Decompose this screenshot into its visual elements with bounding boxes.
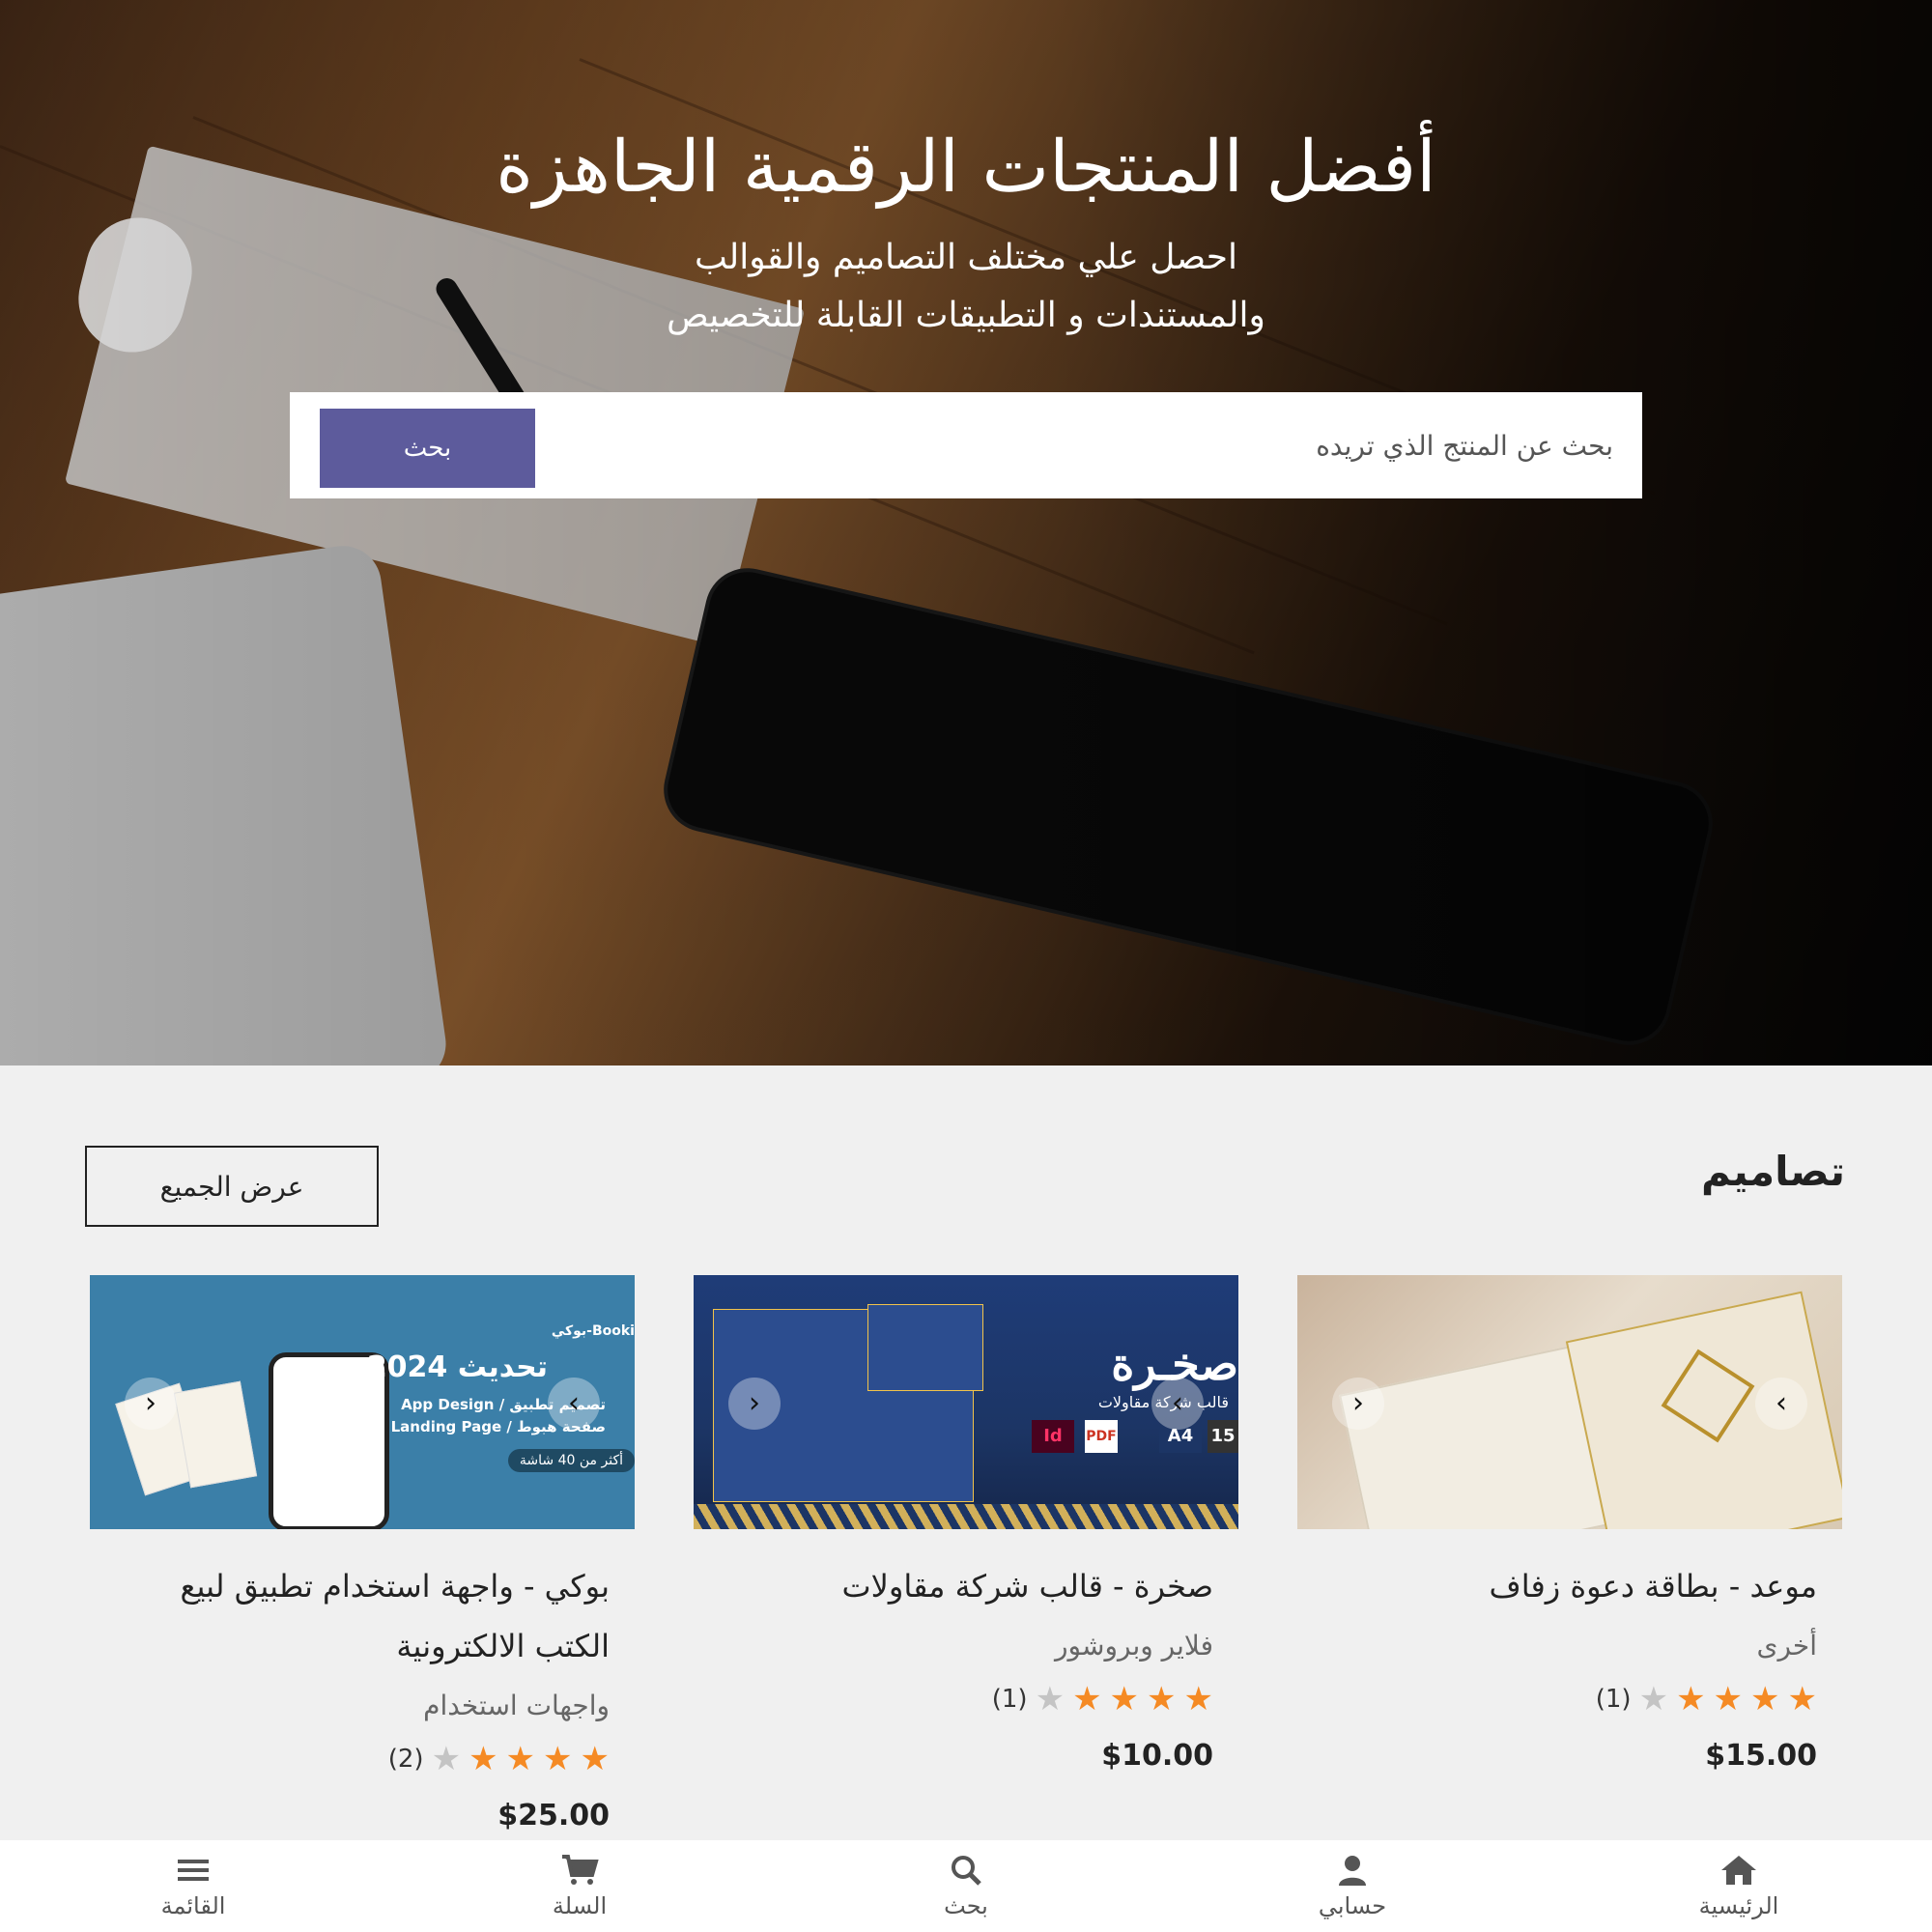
- product-image[interactable]: ‹ ›: [1297, 1275, 1842, 1529]
- decorative-pattern: [694, 1504, 1238, 1529]
- star-icon: ★: [505, 1740, 536, 1778]
- hero-title: أفضل المنتجات الرقمية الجاهزة: [496, 126, 1436, 209]
- product-price: $10.00: [1101, 1739, 1213, 1773]
- view-all-button[interactable]: عرض الجميع: [85, 1146, 379, 1227]
- nav-label: بحث: [944, 1891, 988, 1919]
- star-empty-icon: ★: [1035, 1680, 1065, 1719]
- search-bar: بحث: [290, 392, 1642, 498]
- nav-item-search[interactable]: بحث: [773, 1840, 1159, 1932]
- booki-brand: Booki-بوكي: [551, 1323, 635, 1339]
- star-icon: ★: [1109, 1680, 1140, 1719]
- pdf-icon: PDF: [1085, 1420, 1118, 1453]
- hero-subtitle-line1: احصل علي مختلف التصاميم والقوالب: [694, 238, 1238, 277]
- nav-label: الرئيسية: [1698, 1891, 1779, 1919]
- review-count: (1): [1595, 1685, 1632, 1714]
- product-price: $15.00: [1705, 1739, 1817, 1773]
- carousel-next-icon[interactable]: ›: [1151, 1378, 1204, 1430]
- review-count: (1): [991, 1685, 1028, 1714]
- section-title: تصاميم: [1700, 1148, 1845, 1195]
- star-icon: ★: [469, 1740, 498, 1778]
- product-image[interactable]: Booki-بوكي تحديث 2024 App Design / تصميم…: [90, 1275, 635, 1529]
- star-icon: ★: [543, 1740, 573, 1778]
- star-icon: ★: [580, 1740, 610, 1778]
- carousel-prev-icon[interactable]: ‹: [125, 1378, 177, 1430]
- hero-banner: أفضل المنتجات الرقمية الجاهزة احصل علي م…: [0, 0, 1932, 1065]
- carousel-prev-icon[interactable]: ‹: [1332, 1378, 1384, 1430]
- search-icon: [950, 1854, 982, 1887]
- nav-item-home[interactable]: الرئيسية: [1546, 1840, 1932, 1932]
- product-category[interactable]: واجهات استخدام: [90, 1676, 635, 1736]
- star-icon: ★: [1750, 1680, 1780, 1719]
- nav-item-account[interactable]: حسابي: [1159, 1840, 1546, 1932]
- star-icon: ★: [1787, 1680, 1817, 1719]
- search-input[interactable]: [589, 416, 1613, 474]
- product-category[interactable]: فلاير وبروشور: [694, 1616, 1238, 1676]
- booki-year: تحديث 2024: [366, 1350, 548, 1384]
- star-icon: ★: [1147, 1680, 1177, 1719]
- home-icon: [1719, 1854, 1758, 1887]
- star-icon: ★: [1676, 1680, 1706, 1719]
- carousel-next-icon[interactable]: ›: [548, 1378, 600, 1430]
- search-button[interactable]: بحث: [320, 409, 535, 488]
- product-title[interactable]: صخرة - قالب شركة مقاولات: [694, 1556, 1238, 1616]
- nav-label: القائمة: [160, 1891, 226, 1919]
- star-icon: ★: [1072, 1680, 1102, 1719]
- indesign-badge: Id: [1032, 1420, 1074, 1453]
- product-rating: ★ ★ ★ ★ ★ (1): [1297, 1676, 1842, 1722]
- star-empty-icon: ★: [1638, 1680, 1669, 1719]
- carousel-prev-icon[interactable]: ‹: [728, 1378, 781, 1430]
- bottom-navigation: الرئيسية حسابي بحث السلة القائمة: [0, 1840, 1932, 1932]
- product-card[interactable]: Booki-بوكي تحديث 2024 App Design / تصميم…: [90, 1275, 635, 1850]
- product-title[interactable]: موعد - بطاقة دعوة زفاف: [1297, 1556, 1842, 1616]
- product-rating: ★ ★ ★ ★ ★ (2): [90, 1736, 635, 1782]
- product-card[interactable]: ‹ › موعد - بطاقة دعوة زفاف أخرى ★ ★ ★ ★ …: [1297, 1275, 1842, 1790]
- cart-icon: [560, 1854, 599, 1887]
- nav-item-menu[interactable]: القائمة: [0, 1840, 386, 1932]
- star-icon: ★: [1713, 1680, 1744, 1719]
- booki-screens-badge: أكثر من 40 شاشة: [507, 1449, 635, 1472]
- nav-label: حسابي: [1318, 1891, 1387, 1919]
- nav-item-cart[interactable]: السلة: [386, 1840, 773, 1932]
- nav-label: السلة: [552, 1891, 608, 1919]
- star-empty-icon: ★: [431, 1740, 462, 1778]
- star-icon: ★: [1183, 1680, 1213, 1719]
- product-card[interactable]: صخـرة قالب شركة مقاولات 15 A4 PDF Id ‹ ›…: [694, 1275, 1238, 1790]
- menu-icon: [176, 1854, 211, 1887]
- product-category[interactable]: أخرى: [1297, 1616, 1842, 1676]
- product-title[interactable]: بوكي - واجهة استخدام تطبيق لبيع الكتب ال…: [90, 1556, 635, 1676]
- carousel-next-icon[interactable]: ›: [1755, 1378, 1807, 1430]
- product-image[interactable]: صخـرة قالب شركة مقاولات 15 A4 PDF Id ‹ ›: [694, 1275, 1238, 1529]
- user-icon: [1336, 1854, 1369, 1887]
- product-rating: ★ ★ ★ ★ ★ (1): [694, 1676, 1238, 1722]
- page-count-badge: 15: [1208, 1420, 1238, 1453]
- review-count: (2): [387, 1745, 424, 1774]
- hero-subtitle-line2: والمستندات و التطبيقات القابلة للتخصيص: [667, 296, 1265, 335]
- brochure-panel: [867, 1304, 983, 1391]
